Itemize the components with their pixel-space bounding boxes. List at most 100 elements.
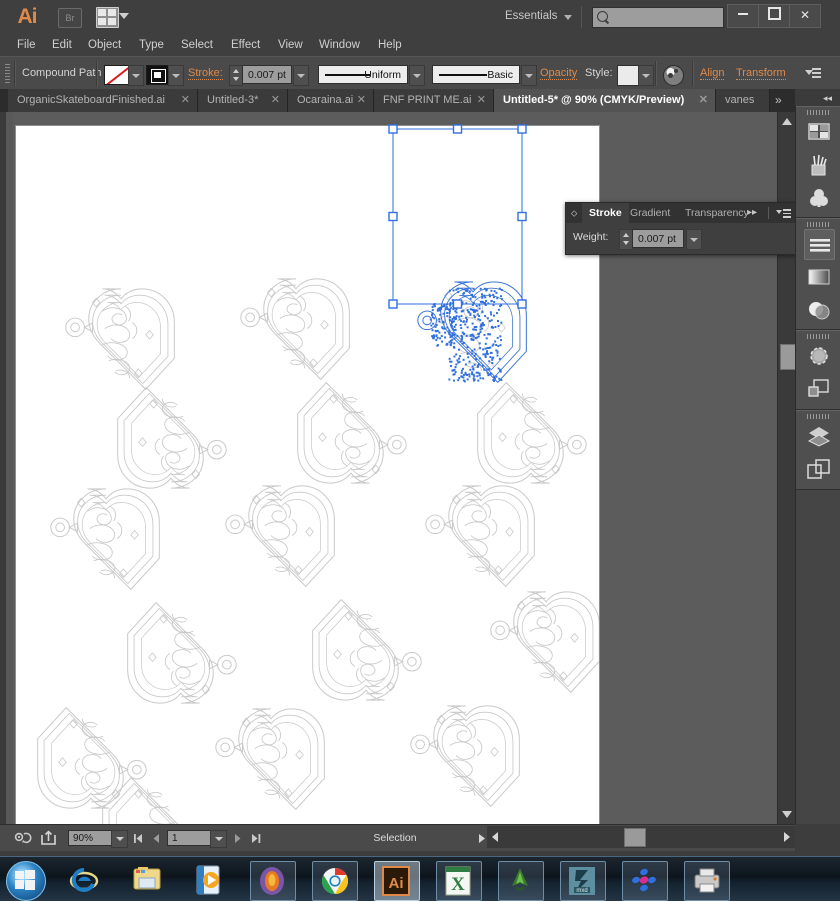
menu-type[interactable]: Type	[132, 34, 171, 56]
status-text[interactable]: Selection	[320, 830, 470, 846]
gradient-panel-icon[interactable]	[804, 262, 833, 291]
document-tab-1[interactable]: Untitled-3* ✕	[198, 89, 288, 112]
taskbar-firefox-window[interactable]	[250, 861, 296, 901]
document-tab-5[interactable]: vanes	[716, 89, 770, 112]
dock-group-grip[interactable]	[807, 222, 830, 227]
panel-weight-stepper[interactable]	[619, 229, 633, 250]
selection-handle[interactable]	[517, 124, 527, 134]
menu-select[interactable]: Select	[174, 34, 220, 56]
workspace-switcher[interactable]: Essentials	[505, 10, 557, 22]
cut-preview-icon[interactable]	[14, 830, 32, 846]
document-tab-3[interactable]: FNF PRINT ME.ai ✕	[374, 89, 494, 112]
taskbar-printer-window[interactable]	[684, 861, 730, 901]
close-button[interactable]: ✕	[789, 4, 821, 28]
taskbar-mxd-window[interactable]: mxd	[560, 861, 606, 901]
menu-edit[interactable]: Edit	[45, 34, 79, 56]
minimize-button[interactable]	[727, 4, 759, 28]
graphic-style-dropdown[interactable]	[638, 65, 654, 86]
menu-window[interactable]: Window	[312, 34, 367, 56]
layers-panel-icon[interactable]	[804, 421, 833, 450]
stroke-weight-label[interactable]: Stroke:	[188, 57, 223, 80]
menu-object[interactable]: Object	[81, 34, 128, 56]
dock-group-grip[interactable]	[807, 334, 830, 339]
opacity-label[interactable]: Opacity	[540, 57, 578, 80]
taskbar-chrome-window[interactable]	[312, 861, 358, 901]
close-icon[interactable]: ✕	[477, 89, 486, 112]
artboards-panel-icon[interactable]	[804, 454, 833, 483]
close-icon[interactable]: ✕	[357, 89, 366, 112]
taskbar-windows-explorer[interactable]	[125, 861, 169, 899]
scroll-up-icon[interactable]	[782, 118, 792, 125]
stroke-profile-dropdown[interactable]	[409, 65, 425, 86]
zoom-level-dropdown[interactable]	[111, 830, 128, 848]
control-bar-menu-icon[interactable]	[805, 68, 821, 80]
stroke-panel-tab-gradient[interactable]: Gradient	[623, 203, 677, 223]
scroll-left-icon[interactable]	[492, 832, 498, 842]
selection-handle[interactable]	[517, 299, 527, 309]
dock-collapse-icon[interactable]: ◂◂	[823, 93, 832, 104]
search-input[interactable]	[592, 7, 724, 28]
share-icon[interactable]	[40, 830, 58, 846]
taskbar-internet-explorer[interactable]	[62, 861, 106, 899]
maximize-button[interactable]	[758, 4, 790, 28]
previous-artboard-icon[interactable]	[150, 830, 168, 846]
stroke-swatch-dropdown[interactable]	[168, 65, 184, 86]
appearance-panel-icon[interactable]	[804, 341, 833, 370]
start-button-icon[interactable]	[6, 861, 46, 901]
taskbar-colorful-app-window[interactable]	[622, 861, 668, 901]
document-tab-4[interactable]: Untitled-5* @ 90% (CMYK/Preview) ✕	[494, 89, 716, 112]
selection-handle[interactable]	[452, 299, 463, 309]
control-bar-grip[interactable]	[5, 64, 10, 83]
arrange-documents-icon[interactable]	[96, 7, 119, 28]
dock-collapse-button[interactable]: ◂◂	[795, 89, 840, 106]
stroke-weight-input[interactable]: 0.007 pt	[242, 65, 292, 84]
next-artboard-icon[interactable]	[231, 830, 249, 846]
tab-overflow-icon[interactable]: »	[775, 89, 782, 112]
stroke-profile-select[interactable]: Uniform	[318, 65, 408, 84]
panel-weight-dropdown[interactable]	[686, 229, 702, 250]
bridge-icon[interactable]: Br	[58, 8, 82, 28]
menu-help[interactable]: Help	[371, 34, 409, 56]
menu-effect[interactable]: Effect	[224, 34, 267, 56]
taskbar-media-player[interactable]	[188, 861, 232, 899]
symbols-panel-icon[interactable]	[804, 183, 833, 212]
stroke-weight-stepper[interactable]	[229, 65, 243, 86]
stroke-panel-icon[interactable]	[804, 229, 835, 260]
color-panel-icon[interactable]	[804, 117, 833, 146]
stroke-weight-dropdown[interactable]	[293, 65, 309, 86]
fill-swatch[interactable]	[104, 65, 129, 85]
selection-bounding-box[interactable]	[392, 128, 523, 305]
horizontal-scroll-thumb[interactable]	[624, 828, 646, 847]
stroke-swatch[interactable]	[146, 65, 169, 85]
stroke-panel[interactable]: ⬦ ▸▸ Stroke Gradient Transparency Weight: …	[565, 202, 797, 255]
document-tab-0[interactable]: OrganicSkateboardFinished.ai ✕	[8, 89, 198, 112]
stroke-panel-tab-transparency[interactable]: Transparency	[678, 203, 756, 223]
scroll-down-icon[interactable]	[782, 811, 792, 818]
vertical-scroll-thumb[interactable]	[780, 344, 796, 370]
last-artboard-icon[interactable]	[249, 830, 267, 846]
canvas-horizontal-scrollbar[interactable]	[487, 826, 795, 848]
graphic-style-swatch[interactable]	[617, 65, 639, 86]
workspace-chevron-down-icon[interactable]	[564, 15, 572, 20]
menu-file[interactable]: File	[10, 34, 43, 56]
graphic-styles-panel-icon[interactable]	[804, 374, 833, 403]
close-icon[interactable]: ✕	[699, 89, 708, 112]
document-setup-icon[interactable]	[663, 65, 684, 86]
selection-handle[interactable]	[452, 124, 463, 134]
fill-swatch-dropdown[interactable]	[128, 65, 144, 86]
selection-handle[interactable]	[388, 124, 398, 134]
taskbar-inkscape-window[interactable]	[498, 861, 544, 901]
close-icon[interactable]: ✕	[181, 89, 190, 112]
artboard-number-dropdown[interactable]	[210, 830, 227, 848]
taskbar-illustrator-window[interactable]: Ai	[374, 861, 420, 901]
panel-collapse-diamond-icon[interactable]: ⬦	[571, 208, 579, 218]
align-button[interactable]: Align	[700, 57, 725, 80]
stroke-panel-tab-stroke[interactable]: Stroke	[582, 203, 629, 223]
chevron-down-icon[interactable]	[119, 13, 129, 19]
transform-button[interactable]: Transform	[736, 57, 786, 80]
dock-group-grip[interactable]	[807, 414, 830, 419]
transparency-panel-icon[interactable]	[804, 295, 833, 324]
selection-handle[interactable]	[388, 211, 398, 222]
stroke-panel-menu-icon[interactable]	[776, 209, 791, 219]
brush-definition-dropdown[interactable]	[521, 65, 537, 86]
